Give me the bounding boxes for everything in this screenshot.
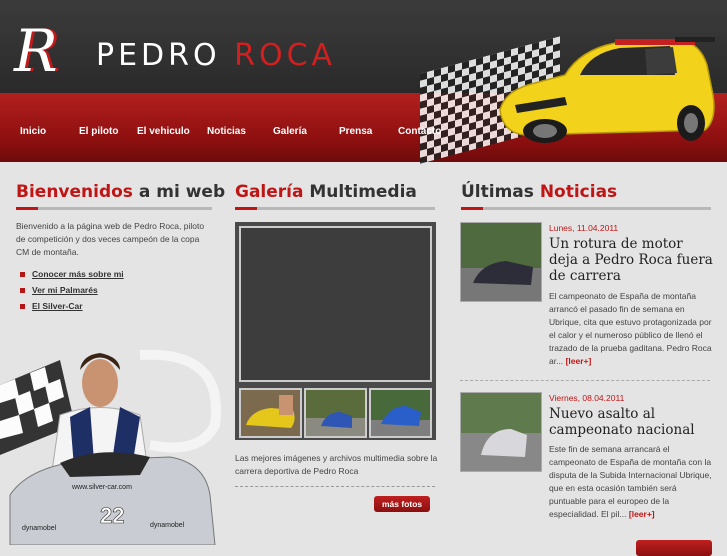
car-sponsor-left: dynamobel xyxy=(22,525,57,532)
driver-and-car-image: www.silver-car.com 22 dynamobel dynamobe… xyxy=(0,349,222,545)
yellow-race-car-image xyxy=(499,37,715,143)
welcome-section: Bienvenidos a mi web Bienvenido a la pág… xyxy=(16,180,225,317)
logo-name-last: ROCA xyxy=(234,38,337,73)
heading-underline xyxy=(16,207,212,210)
heading-underline xyxy=(235,207,435,210)
more-news-button[interactable] xyxy=(636,540,712,556)
gallery-description: Las mejores imágenes y archivos multimed… xyxy=(235,453,438,476)
nav-item-el-piloto[interactable]: El piloto xyxy=(79,126,118,137)
news-heading-rest: Últimas xyxy=(461,182,540,202)
news-heading: Últimas Noticias xyxy=(461,180,711,204)
nav-item-noticias[interactable]: Noticias xyxy=(207,126,246,137)
news-title[interactable]: Un rotura de motor deja a Pedro Roca fue… xyxy=(549,236,714,284)
link-palmares[interactable]: Ver mi Palmarés xyxy=(20,285,212,295)
logo-initial[interactable]: R xyxy=(14,22,58,80)
gallery-heading-red: Galería xyxy=(235,182,304,202)
news-title[interactable]: Nuevo asalto al campeonato nacional xyxy=(549,406,714,438)
gallery-viewer xyxy=(235,222,436,440)
news-divider xyxy=(460,380,710,381)
car-number: 22 xyxy=(100,503,124,528)
gallery-section: Galería Multimedia xyxy=(235,180,435,210)
nav-item-contacto[interactable]: Contacto xyxy=(398,126,441,137)
main-nav: Inicio El piloto El vehiculo Noticias Ga… xyxy=(0,126,480,140)
gallery-heading-rest: Multimedia xyxy=(303,182,417,202)
news-section: Últimas Noticias xyxy=(461,180,711,210)
logo-wordmark[interactable]: PEDRO ROCA xyxy=(96,38,336,73)
gallery-heading: Galería Multimedia xyxy=(235,180,435,204)
read-more-link[interactable]: [leer+] xyxy=(566,356,592,366)
car-url-text: www.silver-car.com xyxy=(71,484,132,491)
read-more-link[interactable]: [leer+] xyxy=(629,509,655,519)
top-strip xyxy=(0,0,727,8)
news-excerpt: El campeonato de España de montaña arran… xyxy=(549,290,714,368)
nav-item-el-vehiculo[interactable]: El vehiculo xyxy=(137,126,190,137)
news-excerpt: Este fin de semana arrancará el campeona… xyxy=(549,443,714,521)
welcome-links: Conocer más sobre mi Ver mi Palmarés El … xyxy=(20,269,212,311)
link-silver-car[interactable]: El Silver-Car xyxy=(20,301,212,311)
welcome-heading-rest: a mi web xyxy=(132,182,226,202)
gallery-thumbnail[interactable] xyxy=(304,388,367,438)
welcome-heading-red: Bienvenidos xyxy=(16,182,133,202)
news-excerpt-text: Este fin de semana arrancará el campeona… xyxy=(549,444,712,519)
nav-item-galeria[interactable]: Galería xyxy=(273,126,307,137)
nav-item-prensa[interactable]: Prensa xyxy=(339,126,372,137)
gallery-thumbnail[interactable] xyxy=(239,388,302,438)
gallery-main-display[interactable] xyxy=(239,226,432,382)
gallery-divider xyxy=(235,486,435,487)
logo-name-first: PEDRO xyxy=(96,38,235,73)
news-thumbnail[interactable] xyxy=(460,222,542,302)
more-photos-button[interactable]: más fotos xyxy=(374,496,431,512)
news-excerpt-text: El campeonato de España de montaña arran… xyxy=(549,291,712,366)
news-date: Lunes, 11.04.2011 xyxy=(549,223,619,233)
car-sponsor-right: dynamobel xyxy=(150,522,185,529)
welcome-text: Bienvenido a la página web de Pedro Roca… xyxy=(16,221,205,257)
gallery-thumbnail[interactable] xyxy=(369,388,432,438)
heading-underline xyxy=(461,207,711,210)
link-about[interactable]: Conocer más sobre mi xyxy=(20,269,212,279)
news-thumbnail[interactable] xyxy=(460,392,542,472)
nav-item-inicio[interactable]: Inicio xyxy=(20,126,46,137)
news-heading-red: Noticias xyxy=(539,182,618,202)
welcome-heading: Bienvenidos a mi web xyxy=(16,180,225,204)
news-date: Viernes, 08.04.2011 xyxy=(549,393,625,403)
